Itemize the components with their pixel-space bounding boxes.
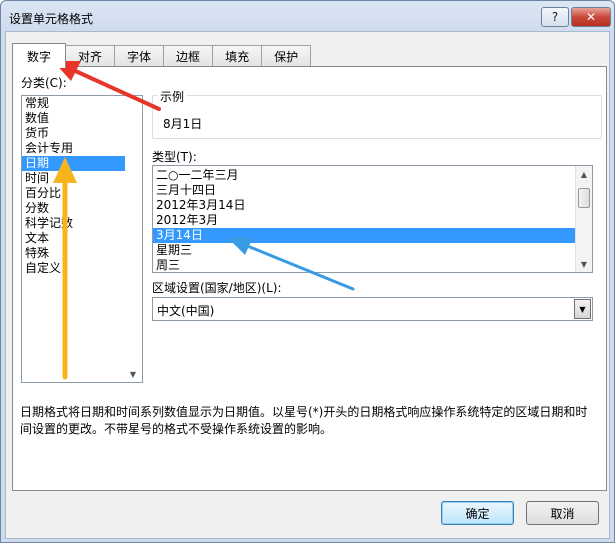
category-listbox[interactable]: 常规 数值 货币 会计专用 日期 时间 百分比 分数 科学记数 文本 特殊 自定… — [21, 95, 143, 383]
tab-font[interactable]: 字体 — [114, 45, 165, 67]
tab-protection[interactable]: 保护 — [261, 45, 312, 67]
category-item-text[interactable]: 文本 — [22, 231, 142, 246]
category-item-custom[interactable]: 自定义 — [22, 261, 142, 276]
category-scrollbar[interactable]: ▼ — [125, 96, 142, 382]
type-item[interactable]: 二○一二年三月 — [153, 168, 592, 183]
category-item-special[interactable]: 特殊 — [22, 246, 142, 261]
chevron-down-icon[interactable]: ▼ — [574, 299, 591, 319]
category-item-general[interactable]: 常规 — [22, 96, 142, 111]
type-label: 类型(T): — [152, 150, 197, 164]
scroll-down-arrow-icon[interactable]: ▼ — [576, 256, 592, 272]
description-line: 日期格式将日期和时间系列数值显示为日期值。以星号(*)开头的日期格式响应操作系统… — [20, 405, 588, 419]
scroll-up-arrow-icon[interactable]: ▲ — [576, 166, 592, 182]
type-item-selected[interactable]: 3月14日 — [153, 228, 575, 243]
type-item[interactable]: 周三 — [153, 258, 592, 272]
locale-value: 中文(中国) — [157, 304, 215, 318]
cancel-button[interactable]: 取消 — [526, 501, 599, 525]
type-item[interactable]: 星期三 — [153, 243, 592, 258]
type-list-items: 二○一二年三月 三月十四日 2012年3月14日 2012年3月 3月14日 星… — [153, 166, 592, 272]
category-item-number[interactable]: 数值 — [22, 111, 142, 126]
tab-number[interactable]: 数字 — [12, 43, 67, 68]
scrollbar-thumb[interactable] — [578, 188, 590, 208]
type-scrollbar[interactable]: ▲ ▼ — [575, 166, 592, 272]
locale-label: 区域设置(国家/地区)(L): — [152, 281, 282, 295]
tab-fill[interactable]: 填充 — [212, 45, 263, 67]
type-item[interactable]: 2012年3月 — [153, 213, 592, 228]
category-item-time[interactable]: 时间 — [22, 171, 142, 186]
sample-group: 示例 8月1日 — [152, 88, 602, 139]
scroll-down-arrow-icon[interactable]: ▼ — [125, 366, 141, 382]
type-item[interactable]: 2012年3月14日 — [153, 198, 592, 213]
tab-border[interactable]: 边框 — [163, 45, 214, 67]
type-listbox[interactable]: 二○一二年三月 三月十四日 2012年3月14日 2012年3月 3月14日 星… — [152, 165, 593, 273]
tab-alignment[interactable]: 对齐 — [65, 45, 116, 67]
category-item-scientific[interactable]: 科学记数 — [22, 216, 142, 231]
type-item[interactable]: 三月十四日 — [153, 183, 592, 198]
category-item-percentage[interactable]: 百分比 — [22, 186, 142, 201]
dialog-client-area: 数字 对齐 字体 边框 填充 保护 分类(C): 常规 数值 货币 会计专用 日… — [5, 31, 610, 539]
format-description: 日期格式将日期和时间系列数值显示为日期值。以星号(*)开头的日期格式响应操作系统… — [20, 404, 602, 438]
category-label: 分类(C): — [21, 76, 67, 90]
help-button[interactable]: ? — [541, 7, 569, 27]
tab-strip: 数字 对齐 字体 边框 填充 保护 — [12, 43, 312, 68]
sample-value: 8月1日 — [163, 117, 203, 131]
category-item-currency[interactable]: 货币 — [22, 126, 142, 141]
dialog-title: 设置单元格格式 — [9, 12, 94, 26]
sample-label: 示例 — [157, 88, 188, 105]
close-button[interactable]: ✕ — [571, 7, 611, 27]
category-item-date[interactable]: 日期 — [22, 156, 142, 171]
category-item-fraction[interactable]: 分数 — [22, 201, 142, 216]
number-tab-panel: 分类(C): 常规 数值 货币 会计专用 日期 时间 百分比 分数 科学记数 文… — [12, 66, 607, 491]
title-bar: 设置单元格格式 ? ✕ — [1, 1, 614, 31]
category-item-accounting[interactable]: 会计专用 — [22, 141, 142, 156]
locale-dropdown[interactable]: 中文(中国) ▼ — [152, 297, 593, 321]
ok-button[interactable]: 确定 — [441, 501, 514, 525]
format-cells-dialog: 设置单元格格式 ? ✕ 数字 对齐 字体 边框 填充 保护 分类(C): 常规 … — [0, 0, 615, 543]
description-line: 间设置的更改。不带星号的格式不受操作系统设置的影响。 — [20, 422, 333, 436]
